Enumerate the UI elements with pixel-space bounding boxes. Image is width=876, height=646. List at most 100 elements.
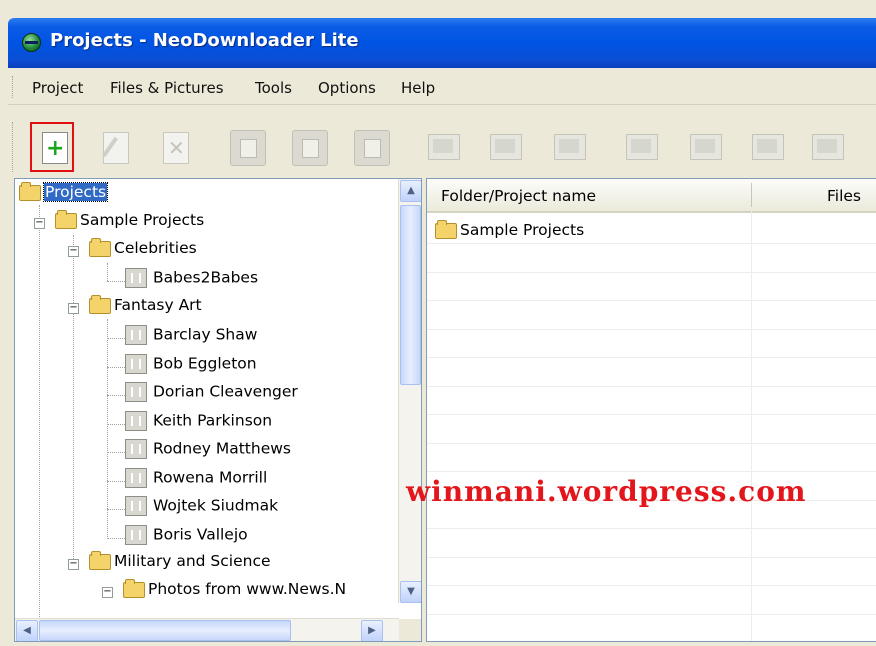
project-icon bbox=[125, 325, 147, 345]
tree-item-artist[interactable]: Rodney Matthews bbox=[125, 439, 291, 463]
tree-item-fantasy-art[interactable]: Fantasy Art bbox=[89, 294, 202, 320]
tree-item-label: Photos from www.News.N bbox=[148, 580, 347, 598]
tree-item-label: Sample Projects bbox=[80, 211, 205, 229]
tree-item-military-science[interactable]: Military and Science bbox=[89, 550, 271, 576]
column-header-name[interactable]: Folder/Project name bbox=[441, 187, 596, 205]
app-window: Projects - NeoDownloader Lite Project Fi… bbox=[8, 18, 876, 646]
scroll-up-icon[interactable]: ▲ bbox=[400, 180, 421, 202]
grid-row-line bbox=[427, 357, 876, 358]
stop-button[interactable] bbox=[350, 126, 394, 170]
picture-button[interactable] bbox=[620, 126, 664, 170]
toolbar-grip bbox=[12, 122, 16, 172]
tree-item-label: Boris Vallejo bbox=[153, 525, 248, 543]
scroll-right-icon[interactable]: ▶ bbox=[361, 620, 383, 641]
project-icon bbox=[125, 524, 147, 545]
collapse-icon[interactable]: − bbox=[34, 218, 45, 229]
collapse-icon[interactable]: − bbox=[102, 587, 113, 598]
tree-vertical-scrollbar[interactable]: ▲ ▼ bbox=[398, 179, 421, 603]
column-divider bbox=[751, 211, 752, 641]
slideshow-button[interactable] bbox=[548, 126, 592, 170]
thumbnails-button[interactable] bbox=[806, 126, 850, 170]
tree-item-artist[interactable]: Wojtek Siudmak bbox=[125, 496, 278, 520]
scroll-down-icon[interactable]: ▼ bbox=[400, 581, 421, 603]
menu-tools[interactable]: Tools bbox=[255, 79, 292, 97]
tree-item-label: Celebrities bbox=[114, 239, 197, 257]
menu-help[interactable]: Help bbox=[401, 79, 435, 97]
tree-item-artist[interactable]: Bob Eggleton bbox=[125, 353, 257, 378]
tree-item-sample-projects[interactable]: Sample Projects bbox=[55, 209, 205, 235]
start-button[interactable] bbox=[226, 126, 270, 170]
picture-properties-button[interactable] bbox=[746, 126, 790, 170]
new-project-button[interactable]: + bbox=[30, 122, 74, 172]
delete-project-button[interactable]: ✕ bbox=[154, 126, 198, 170]
tree-item-label: Barclay Shaw bbox=[153, 325, 258, 344]
watermark-text: winmani.wordpress.com bbox=[406, 475, 807, 508]
tree-item-label: Projects bbox=[42, 182, 109, 202]
folder-icon bbox=[19, 181, 41, 201]
tree-item-photos[interactable]: Photos from www.News.N bbox=[123, 578, 347, 604]
project-icon bbox=[125, 496, 147, 516]
project-icon bbox=[125, 410, 147, 431]
picture-properties-icon bbox=[752, 134, 784, 160]
scrollbar-corner bbox=[399, 619, 421, 641]
tree-item-babes2babes[interactable]: Babes2Babes bbox=[125, 268, 258, 292]
tree-item-artist[interactable]: Boris Vallejo bbox=[125, 524, 248, 549]
list-item[interactable]: Sample Projects bbox=[435, 219, 585, 239]
toolbar: + ✕ bbox=[8, 108, 876, 186]
tree-item-label: Keith Parkinson bbox=[153, 411, 273, 429]
window-title: Projects - NeoDownloader Lite bbox=[50, 30, 359, 51]
tree-item-projects[interactable]: Projects bbox=[19, 181, 109, 207]
title-bar[interactable]: Projects - NeoDownloader Lite bbox=[8, 18, 876, 68]
project-icon bbox=[125, 353, 147, 374]
list-item-label: Sample Projects bbox=[460, 221, 585, 239]
previous-picture-button[interactable] bbox=[422, 126, 466, 170]
column-separator[interactable] bbox=[751, 183, 752, 207]
app-icon bbox=[22, 33, 41, 52]
menu-options[interactable]: Options bbox=[318, 79, 376, 97]
pause-icon bbox=[292, 130, 328, 166]
grid-row-line bbox=[427, 328, 876, 330]
tree-item-artist[interactable]: Dorian Cleavenger bbox=[125, 382, 298, 406]
project-list[interactable]: Folder/Project name Files Sample Project… bbox=[426, 178, 876, 642]
project-icon bbox=[125, 439, 147, 459]
scroll-left-icon[interactable]: ◀ bbox=[16, 620, 38, 641]
project-icon bbox=[125, 268, 147, 288]
stop-icon bbox=[354, 130, 390, 166]
menu-project[interactable]: Project bbox=[32, 79, 83, 97]
tree-item-celebrities[interactable]: Celebrities bbox=[89, 237, 197, 263]
menu-bar: Project Files & Pictures Tools Options H… bbox=[8, 70, 876, 105]
previous-picture-icon bbox=[428, 134, 460, 160]
thumbnails-icon bbox=[812, 134, 844, 160]
pause-button[interactable] bbox=[288, 126, 332, 170]
grid-row-line bbox=[427, 442, 876, 444]
next-picture-button[interactable] bbox=[484, 126, 528, 170]
menu-grip bbox=[12, 76, 16, 98]
tree-item-label: Babes2Babes bbox=[153, 268, 259, 287]
list-header: Folder/Project name Files bbox=[427, 179, 876, 213]
folder-icon bbox=[55, 209, 77, 229]
menu-files-pictures[interactable]: Files & Pictures bbox=[110, 79, 224, 97]
project-icon bbox=[125, 467, 147, 488]
grid-row-line bbox=[427, 471, 876, 472]
tree-item-label: Wojtek Siudmak bbox=[153, 496, 279, 515]
collapse-icon[interactable]: − bbox=[68, 303, 79, 314]
delete-picture-icon bbox=[690, 134, 722, 160]
grid-row-line bbox=[427, 300, 876, 301]
collapse-icon[interactable]: − bbox=[68, 559, 79, 570]
collapse-icon[interactable]: − bbox=[68, 246, 79, 257]
project-tree[interactable]: Projects − Sample Projects − Celebrities… bbox=[14, 178, 422, 642]
tree-item-label: Bob Eggleton bbox=[153, 354, 257, 372]
project-icon bbox=[125, 382, 147, 402]
vertical-scroll-thumb[interactable] bbox=[400, 205, 421, 385]
delete-picture-button[interactable] bbox=[684, 126, 728, 170]
tree-item-artist[interactable]: Rowena Morrill bbox=[125, 467, 267, 492]
edit-project-button[interactable] bbox=[94, 126, 138, 170]
grid-row-line bbox=[427, 613, 876, 615]
tree-item-artist[interactable]: Keith Parkinson bbox=[125, 410, 273, 435]
folder-icon bbox=[435, 219, 457, 239]
tree-item-artist[interactable]: Barclay Shaw bbox=[125, 325, 257, 349]
tree-horizontal-scrollbar[interactable]: ◀ ▶ bbox=[15, 618, 399, 641]
column-header-files[interactable]: Files bbox=[827, 187, 861, 205]
grid-row-line bbox=[427, 585, 876, 586]
horizontal-scroll-thumb[interactable] bbox=[39, 620, 291, 641]
